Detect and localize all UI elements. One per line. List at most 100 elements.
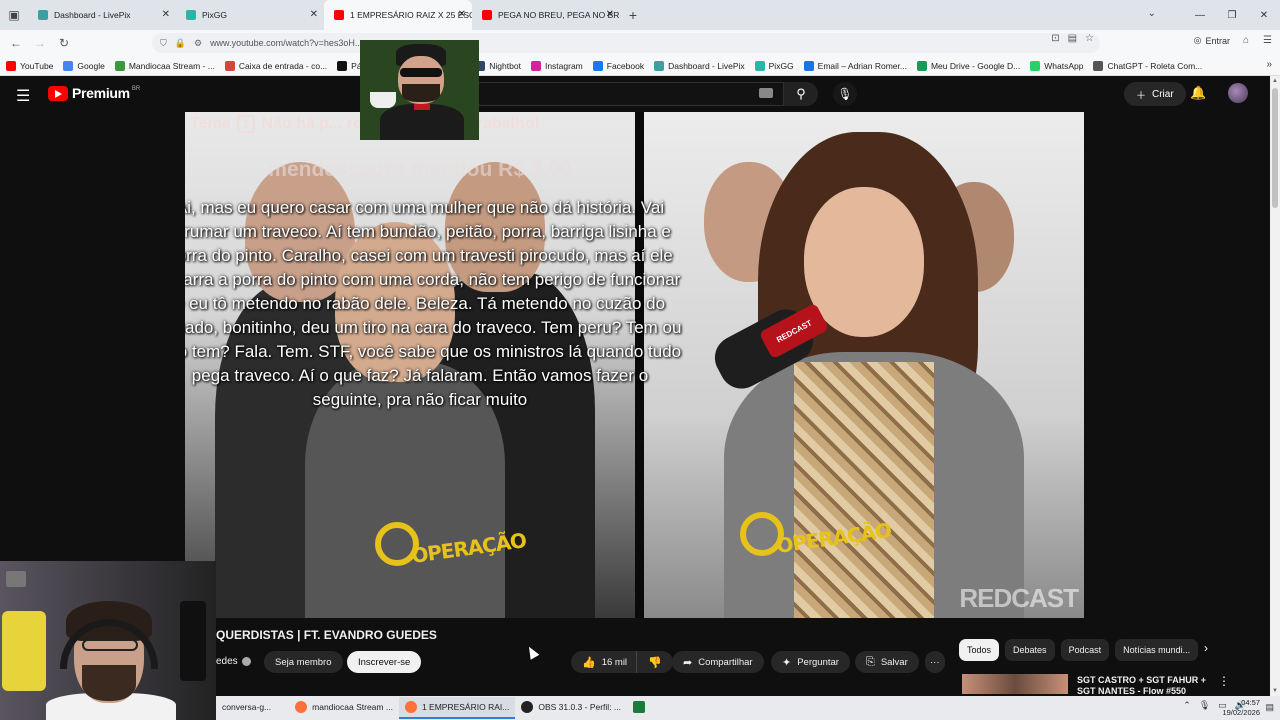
page-scrollbar[interactable]: ▲ ▼ [1270, 76, 1280, 696]
youtube-premium-logo[interactable]: Premium BR [48, 85, 140, 101]
bookmark-item[interactable]: WhatsApp [1030, 60, 1083, 71]
browser-tab[interactable]: PEGA NO BREU, PEGA NO BREU... ✕ [472, 0, 620, 30]
tab-list-icon[interactable]: ▣ [0, 0, 28, 30]
bookmark-item[interactable]: Dashboard - LivePix [654, 60, 745, 71]
search-input[interactable] [470, 82, 784, 106]
bookmark-favicon-icon [63, 60, 74, 71]
star-icon[interactable]: ☆ [1085, 33, 1094, 44]
channel-name[interactable]: edes [216, 656, 238, 667]
chevron-right-icon[interactable]: › [1204, 641, 1208, 655]
cup-icon [370, 92, 396, 108]
bookmark-item[interactable]: Instagram [530, 60, 583, 71]
join-button[interactable]: Seja membro [264, 651, 343, 673]
bookmark-item[interactable]: YouTube [6, 60, 53, 71]
reload-icon[interactable]: ↻ [52, 30, 76, 56]
taskbar-item[interactable]: mandiocaa Stream ... [289, 697, 399, 719]
scroll-down-icon[interactable]: ▼ [1272, 688, 1278, 694]
sign-in-button[interactable]: ◎ Entrar [1194, 35, 1230, 46]
like-button[interactable]: 👍 16 mil [571, 651, 639, 673]
avatar[interactable] [1228, 83, 1248, 103]
chevron-down-icon[interactable]: ⌄ [1148, 8, 1156, 19]
taskbar-item[interactable]: OBS 31.0.3 - Perfil: ... [515, 697, 627, 719]
bookmark-item[interactable]: ChatGPT - Roleta Com... [1093, 60, 1202, 71]
url-bar[interactable]: ⛉ 🔒 ⚙ www.youtube.com/watch?v=hes3oH... [152, 33, 1100, 53]
hamburger-menu-icon[interactable]: ☰ [16, 86, 30, 106]
new-tab-icon[interactable]: + [620, 0, 646, 30]
webcam-overlay [0, 561, 216, 720]
close-tab-icon[interactable]: ✕ [606, 9, 614, 20]
browser-tab[interactable]: PixGG ✕ [176, 0, 324, 30]
bookmark-label: Dashboard - LivePix [668, 60, 745, 71]
keyboard-icon[interactable] [759, 88, 773, 98]
recommended-thumbnail[interactable] [962, 674, 1068, 694]
bookmark-item[interactable]: Google [63, 60, 105, 71]
ask-button[interactable]: ✦ Perguntar [771, 651, 850, 673]
bookmark-item[interactable]: Caixa de entrada - co... [224, 60, 327, 71]
bookmark-item[interactable]: Facebook [592, 60, 644, 71]
notifications-icon[interactable]: ▤ [1265, 702, 1274, 713]
lock-icon[interactable]: 🔒 [175, 38, 186, 49]
chip-noticias[interactable]: Notícias mundi... [1115, 639, 1199, 661]
menu-icon[interactable]: ☰ [1263, 35, 1272, 46]
more-vert-icon[interactable]: ⋮ [1218, 674, 1230, 688]
bookmark-item[interactable]: Mandiocaa Stream - ... [114, 60, 215, 71]
reader-icon[interactable]: ▤ [1068, 33, 1077, 44]
browser-tab[interactable]: Dashboard - LivePix ✕ [28, 0, 176, 30]
taskbar-item[interactable]: conversa-g... [216, 697, 277, 719]
bookmark-icon: ⎘ [866, 655, 875, 668]
app-icon [633, 701, 645, 713]
search-button[interactable]: ⚲ [784, 82, 818, 106]
share-label: Compartilhar [698, 656, 753, 668]
bookmark-favicon-icon [530, 60, 541, 71]
voice-search-button[interactable]: 🎙 [833, 82, 857, 106]
thumbs-down-icon: 👎 [648, 656, 662, 669]
chip-podcast[interactable]: Podcast [1060, 639, 1110, 661]
close-tab-icon[interactable]: ✕ [162, 9, 170, 20]
taskbar-label: OBS 31.0.3 - Perfil: ... [538, 702, 621, 712]
back-icon[interactable]: ← [4, 30, 28, 56]
bookmark-item[interactable]: Meu Drive - Google D... [916, 60, 1020, 71]
extensions-icon[interactable]: ⌂ [1243, 35, 1249, 46]
url-text[interactable]: www.youtube.com/watch?v=hes3oH... [210, 38, 362, 48]
microphone-icon[interactable]: 🎙 [1199, 700, 1210, 711]
scrollbar-thumb[interactable] [1272, 88, 1278, 208]
chip-todos[interactable]: Todos [959, 639, 1000, 661]
bookmark-item[interactable]: Nightbot [475, 60, 521, 71]
create-button[interactable]: ＋ Criar [1124, 82, 1186, 106]
video-player[interactable]: OPERAÇÃO REDCAST OPERAÇÃO REDCAST Tema 1… [185, 112, 1084, 618]
recommended-title[interactable]: SGT CASTRO + SGT FAHUR + SGT NANTES - Fl… [1077, 675, 1207, 697]
chevron-up-icon[interactable]: ⌃ [1183, 700, 1191, 711]
scroll-up-icon[interactable]: ▲ [1272, 78, 1278, 84]
save-button[interactable]: ⎘ Salvar [855, 651, 919, 673]
bookmark-favicon-icon [224, 60, 235, 71]
youtube-icon [482, 10, 492, 20]
taskbar-item-active[interactable]: 1 EMPRESÁRIO RAI... [398, 697, 516, 719]
topic-number: 1 [237, 115, 256, 133]
subscribe-button[interactable]: Inscrever-se [347, 651, 422, 673]
taskbar-item[interactable] [627, 697, 651, 719]
browser-tab-active[interactable]: 1 EMPRESÁRIO RAIZ X 25 ESQU... ✕ [324, 0, 472, 30]
close-tab-icon[interactable]: ✕ [458, 9, 466, 20]
notifications-bell-icon[interactable]: 🔔 [1190, 85, 1206, 101]
chip-debates[interactable]: Debates [1005, 639, 1055, 661]
restore-icon[interactable]: ❐ [1216, 0, 1248, 30]
bookmarks-overflow-icon[interactable]: » [1266, 59, 1272, 70]
pixgg-icon [186, 10, 196, 20]
dislike-button[interactable]: 👎 [636, 651, 673, 673]
close-tab-icon[interactable]: ✕ [310, 9, 318, 20]
share-button[interactable]: ➦ Compartilhar [672, 651, 764, 673]
tune-icon[interactable]: ⚙ [194, 38, 202, 49]
channel-name-row[interactable]: edes [216, 656, 251, 667]
video-right-pane: REDCAST OPERAÇÃO REDCAST [644, 112, 1084, 618]
clock[interactable]: 04:57 19/02/2026 [1222, 698, 1260, 718]
shield-icon[interactable]: ⛉ [160, 38, 167, 49]
screenshot-icon[interactable]: ⊡ [1051, 33, 1059, 44]
thumbs-up-icon: 👍 [582, 656, 596, 669]
bookmark-item[interactable]: PixGG [754, 60, 794, 71]
bookmark-item[interactable]: Email – Adrian Romer... [803, 60, 907, 71]
close-window-icon[interactable]: ✕ [1248, 0, 1280, 30]
spongebob-figure [2, 611, 46, 691]
minimize-icon[interactable]: — [1184, 0, 1216, 30]
more-actions-button[interactable]: ··· [925, 651, 945, 673]
forward-icon[interactable]: → [28, 30, 52, 56]
